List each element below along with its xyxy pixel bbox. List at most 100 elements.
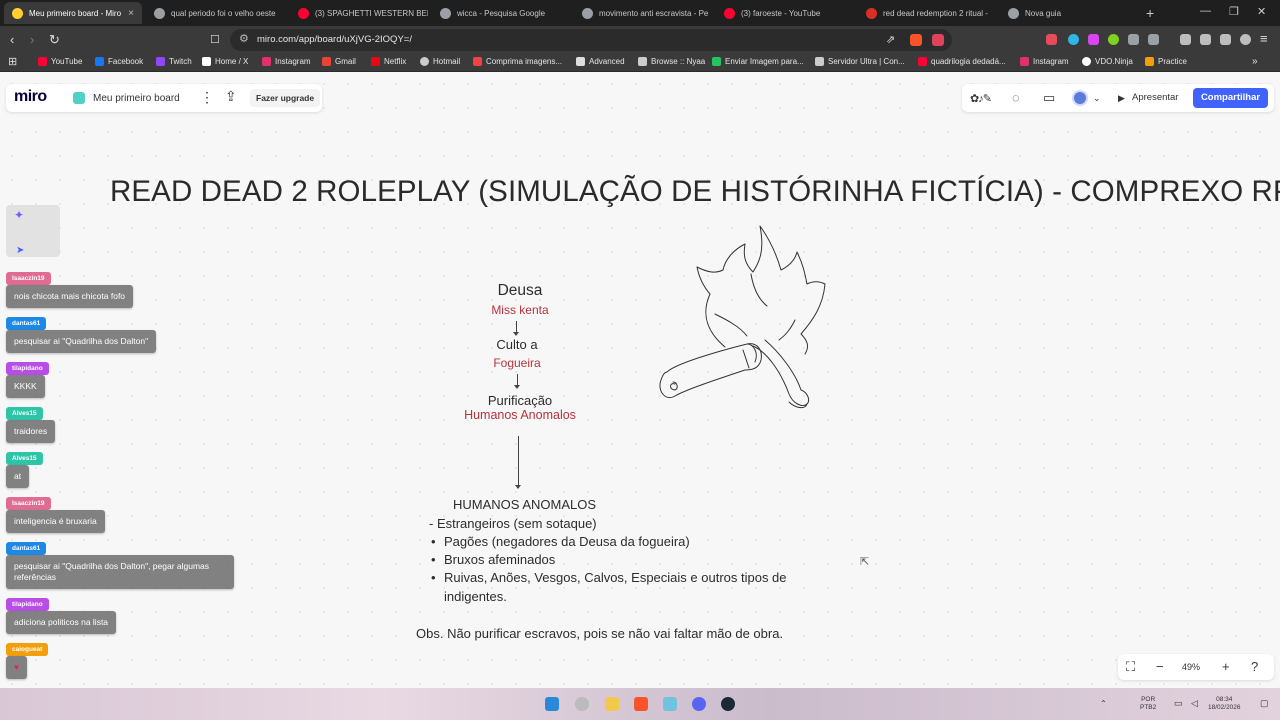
bookmark-instagram[interactable]: Instagram (262, 57, 311, 66)
bookmark-quadrilogia[interactable]: quadrilogia dedadá... (918, 57, 1006, 66)
zoom-level[interactable]: 49% (1182, 662, 1200, 672)
restore-icon[interactable]: ❐ (1229, 5, 1239, 18)
board-canvas[interactable] (0, 72, 1280, 688)
zoom-out-icon[interactable]: − (1156, 659, 1164, 674)
extension-icon[interactable] (1108, 34, 1119, 45)
tab-nova-guia[interactable]: Nova guia (1000, 2, 1138, 24)
bookmark-enviar-imagem[interactable]: Enviar Imagem para... (712, 57, 804, 66)
share-button[interactable]: Compartilhar (1193, 88, 1268, 108)
windows-start-icon[interactable] (545, 697, 559, 711)
tray-chevron-icon[interactable]: ⌃ (1100, 700, 1107, 708)
extension-icon[interactable] (1068, 34, 1079, 45)
tab-velho-oeste[interactable]: qual periodo foi o velho oeste (146, 2, 284, 24)
tab-faroeste[interactable]: (3) faroeste - YouTube (716, 2, 854, 24)
forward-icon[interactable]: › (30, 32, 34, 47)
brave-shield-icon[interactable] (910, 34, 922, 46)
bookmark-icon[interactable]: ☐ (210, 33, 220, 46)
shield-icon[interactable] (1240, 34, 1251, 45)
list-item[interactable]: Bruxos afeminados (444, 552, 555, 567)
tab-spaghetti-western[interactable]: (3) SPAGHETTI WESTERN BELLA (290, 2, 428, 24)
reload-icon[interactable]: ↻ (49, 32, 60, 48)
zoom-in-icon[interactable]: + (1222, 659, 1230, 674)
notification-icon[interactable]: ▢ (1260, 699, 1269, 708)
board-menu-icon[interactable]: ⋮ (200, 89, 214, 106)
list-item-continuation[interactable]: indigentes. (444, 589, 507, 604)
volume-icon[interactable]: ◁ (1191, 699, 1198, 708)
video-call-icon[interactable]: ▭ (1043, 90, 1055, 106)
steam-icon[interactable] (721, 697, 735, 711)
list-intro[interactable]: - Estrangeiros (sem sotaque) (429, 516, 597, 531)
netflix-icon (371, 57, 380, 66)
sidebar-icon[interactable] (1148, 34, 1159, 45)
bookmark-instagram-2[interactable]: Instagram (1020, 57, 1069, 66)
bookmark-netflix[interactable]: Netflix (371, 57, 406, 66)
extension-icon[interactable] (1088, 34, 1099, 45)
bookmark-nyaa[interactable]: Browse :: Nyaa (638, 57, 705, 66)
bookmark-hotmail[interactable]: Hotmail (420, 57, 460, 66)
url-text[interactable]: miro.com/app/board/uXjVG-2IOQY=/ (257, 34, 412, 45)
list-item[interactable]: Pagões (negadores da Deusa da fogueira) (444, 534, 690, 549)
brave-rewards-icon[interactable] (932, 34, 944, 46)
more-bookmarks-icon[interactable]: » (1252, 56, 1258, 67)
miro-logo[interactable]: miro (14, 88, 47, 106)
bookmark-facebook[interactable]: Facebook (95, 57, 143, 66)
search-icon[interactable] (575, 697, 589, 711)
tab-anti-escravista[interactable]: movimento anti escravista - Pe (574, 2, 712, 24)
tab-wicca[interactable]: wicca - Pesquisa Google (432, 2, 570, 24)
bookmark-comprima[interactable]: Comprima imagens... (473, 57, 562, 66)
file-explorer-icon[interactable] (605, 697, 619, 711)
bookmark-advanced[interactable]: Advanced (576, 57, 625, 66)
brave-icon[interactable] (634, 697, 648, 711)
new-tab-button[interactable]: + (1146, 5, 1154, 21)
vpn-icon[interactable] (1220, 34, 1231, 45)
extensions-puzzle-icon[interactable] (1128, 34, 1139, 45)
extension-icon[interactable] (1046, 34, 1057, 45)
clock[interactable]: 08:34 18/02/2026 (1208, 696, 1241, 712)
ai-sparkle-icon[interactable]: ✦ (14, 208, 24, 222)
minimize-icon[interactable]: — (1200, 5, 1211, 17)
bookmark-gmail[interactable]: Gmail (322, 57, 356, 66)
bookmark-vdo-ninja[interactable]: VDO.Ninja (1082, 57, 1133, 66)
discord-icon[interactable] (692, 697, 706, 711)
list-item[interactable]: Ruivas, Anões, Vesgos, Calvos, Especiais… (444, 570, 787, 585)
share-page-icon[interactable]: ⇗ (886, 33, 895, 46)
campfire-drawing[interactable] (655, 222, 835, 418)
site-info-icon[interactable]: ⚙ (239, 32, 249, 45)
comment-icon[interactable]: ◌ (1012, 90, 1020, 105)
back-icon[interactable]: ‹ (10, 32, 14, 47)
fit-to-screen-icon[interactable]: ⛶ (1126, 659, 1135, 675)
split-view-icon[interactable] (1200, 34, 1211, 45)
omnibox[interactable]: ⚙ miro.com/app/board/uXjVG-2IOQY=/ ⇗ (230, 29, 952, 51)
avatar[interactable] (1072, 90, 1088, 106)
list-title[interactable]: HUMANOS ANOMALOS (453, 497, 596, 512)
flow-node-purificacao[interactable]: Purificação Humanos Anomalos (440, 393, 600, 422)
flow-node-culto[interactable]: Culto a Fogueira (437, 337, 597, 370)
chevron-down-icon[interactable]: ⌄ (1093, 93, 1101, 104)
tab-miro[interactable]: Meu primeiro board - Miro × (4, 2, 142, 24)
export-icon[interactable]: ⇪ (225, 88, 237, 105)
close-tab-icon[interactable]: × (128, 8, 134, 19)
flow-node-deusa[interactable]: Deusa Miss kenta (440, 282, 600, 317)
bookmark-servidor[interactable]: Servidor Ultra | Con... (815, 57, 905, 66)
menu-icon[interactable]: ≡ (1260, 31, 1268, 46)
bookmark-practice[interactable]: Practice (1145, 57, 1187, 66)
media-icon[interactable] (1180, 34, 1191, 45)
board-name[interactable]: Meu primeiro board (93, 93, 180, 104)
bookmark-x[interactable]: Home / X (202, 57, 248, 66)
board-title[interactable]: READ DEAD 2 ROLEPLAY (SIMULAÇÃO DE HISTÓ… (110, 175, 1280, 209)
apps-grid-icon[interactable]: ⊞ (8, 55, 17, 68)
keyboard-language[interactable]: POR PTB2 (1140, 696, 1156, 712)
present-button[interactable]: Apresentar (1132, 92, 1178, 103)
app-icon[interactable] (663, 697, 677, 711)
bookmark-youtube[interactable]: YouTube (38, 57, 82, 66)
close-window-icon[interactable]: ✕ (1257, 5, 1266, 18)
help-icon[interactable]: ? (1251, 659, 1258, 674)
bookmark-twitch[interactable]: Twitch (156, 57, 192, 66)
select-cursor-icon[interactable]: ➤ (16, 245, 24, 256)
network-icon[interactable]: ▭ (1174, 699, 1183, 708)
upgrade-button[interactable]: Fazer upgrade (250, 89, 321, 107)
tab-red-dead[interactable]: red dead redemption 2 ritual - (858, 2, 996, 24)
chat-message: tilapidano adiciona politicos na lista (6, 593, 117, 634)
observation-note[interactable]: Obs. Não purificar escravos, pois se não… (416, 626, 783, 641)
reactions-icon[interactable]: ✿♪✎ (970, 92, 992, 105)
